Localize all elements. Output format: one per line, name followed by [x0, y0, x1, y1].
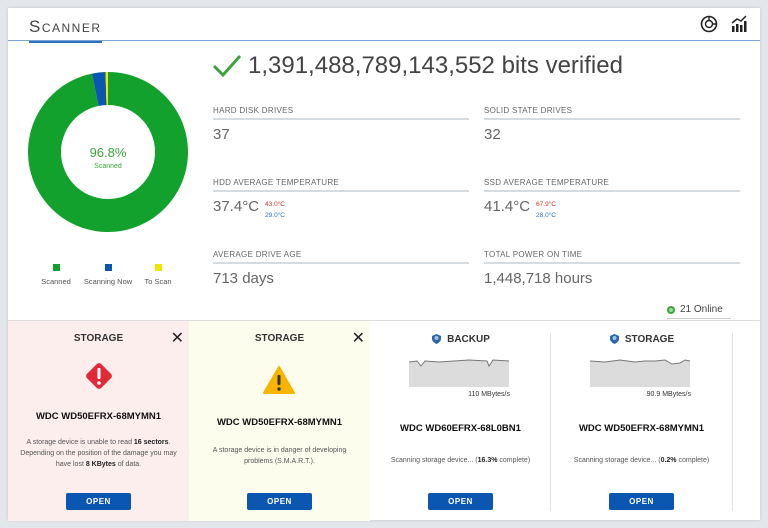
online-count: 21 Online	[680, 304, 723, 315]
stat-ssd-temp: SSD AVERAGE TEMPERATURE 41.4°C 67.9°C 28.0°…	[484, 178, 740, 221]
open-button[interactable]: OPEN	[609, 493, 674, 510]
card-title: STORAGE	[624, 333, 675, 345]
checkmark-icon	[212, 54, 242, 78]
stat-value: 713 days	[213, 270, 274, 287]
stat-hdd-temp: HDD AVERAGE TEMPERATURE 37.4°C 43.0°C 29.0°…	[213, 178, 469, 221]
card-title: STORAGE	[254, 333, 305, 344]
throughput-value: 110 MBytes/s	[468, 391, 510, 398]
stat-power-on: TOTAL POWER ON TIME 1,448,718 hours	[484, 250, 740, 287]
min-temp: 28.0°C	[536, 212, 556, 219]
throughput-sparkline	[409, 359, 510, 387]
drive-model: WDC WD50EFRX-68MYMN1	[35, 411, 162, 422]
stat-value: 32	[484, 126, 501, 143]
card-message: A storage device is in danger of develop…	[212, 447, 347, 465]
min-temp: 29.0°C	[265, 212, 285, 219]
statistics-chart-icon[interactable]	[730, 15, 748, 33]
scan-progress-text: Scanning storage device... (0.2% complet…	[573, 457, 710, 464]
scan-progress-donut: 96.8% Scanned	[27, 72, 188, 232]
stat-label: HDD AVERAGE TEMPERATURE	[213, 178, 469, 192]
alert-cards: STORAGE ✕ WDC WD50EFRX-68MYMN1 A storage…	[8, 320, 760, 521]
close-icon[interactable]: ✕	[171, 328, 184, 348]
stat-hdd-count: HARD DISK DRIVES 37	[213, 106, 469, 143]
tab-scanner[interactable]: Scanner	[29, 17, 102, 43]
warning-triangle-icon	[263, 366, 295, 394]
legend-swatch	[52, 264, 60, 271]
scanner-window: Scanner 96.8% Scanned Scanned Scanning N…	[8, 8, 760, 521]
scan-progress-text: Scanning storage device... (16.3% comple…	[390, 457, 531, 464]
stat-value: 41.4°C	[484, 198, 531, 215]
card-message: A storage device is unable to read 16 se…	[20, 439, 177, 468]
error-diamond-icon	[86, 363, 112, 389]
max-temp: 43.0°C	[265, 201, 285, 208]
legend-swatch	[104, 264, 112, 271]
online-status[interactable]: 21 Online	[667, 304, 731, 319]
shield-icon	[609, 334, 619, 344]
legend-swatch	[154, 264, 162, 271]
drive-model: WDC WD50EFRX-68MYMN1	[578, 423, 705, 434]
open-button[interactable]: OPEN	[247, 493, 312, 510]
stat-label: AVERAGE DRIVE AGE	[213, 250, 469, 264]
bits-verified-text: 1,391,488,789,143,552 bits verified	[248, 52, 623, 79]
stat-drive-age: AVERAGE DRIVE AGE 713 days	[213, 250, 469, 287]
stat-label: TOTAL POWER ON TIME	[484, 250, 740, 264]
dashboard-gauge-icon[interactable]	[700, 15, 718, 33]
legend-scanned: Scanned	[26, 264, 86, 286]
drive-model: WDC WD50EFRX-68MYMN1	[216, 417, 343, 428]
shield-icon	[432, 334, 442, 344]
legend-to-scan: To Scan	[128, 264, 188, 286]
throughput-sparkline	[590, 359, 691, 387]
alert-card-error: STORAGE ✕ WDC WD50EFRX-68MYMN1 A storage…	[8, 321, 189, 521]
stat-ssd-count: SOLID STATE DRIVES 32	[484, 106, 740, 143]
max-temp: 67.9°C	[536, 201, 556, 208]
legend-label: Scanning Now	[83, 277, 133, 286]
stat-label: SSD AVERAGE TEMPERATURE	[484, 178, 740, 192]
open-button[interactable]: OPEN	[428, 493, 493, 510]
header: Scanner	[8, 8, 760, 43]
stat-value: 37	[213, 126, 230, 143]
online-dot-icon	[667, 305, 675, 314]
scan-card-storage: STORAGE 90.9 MBytes/s WDC WD50EFRX-68MYM…	[551, 321, 732, 521]
alert-card-warning: STORAGE ✕ WDC WD50EFRX-68MYMN1 A storage…	[189, 321, 370, 521]
scanned-percent: 96.8%	[90, 145, 127, 160]
card-divider	[732, 333, 733, 511]
throughput-value: 90.9 MBytes/s	[646, 391, 691, 398]
stat-value: 1,448,718 hours	[484, 270, 593, 287]
bits-verified: 1,391,488,789,143,552 bits verified	[212, 52, 623, 80]
legend-label: To Scan	[144, 277, 172, 286]
stat-label: SOLID STATE DRIVES	[484, 106, 740, 120]
stat-value: 37.4°C	[213, 198, 260, 215]
scan-card-backup: BACKUP 110 MBytes/s WDC WD60EFRX-68L0BN1…	[370, 321, 551, 521]
open-button[interactable]: OPEN	[66, 493, 131, 510]
stat-label: HARD DISK DRIVES	[213, 106, 469, 120]
card-title: STORAGE	[73, 333, 124, 344]
legend-label: Scanned	[41, 277, 71, 286]
close-icon[interactable]: ✕	[352, 328, 365, 348]
card-title: BACKUP	[447, 333, 490, 345]
drive-model: WDC WD60EFRX-68L0BN1	[400, 423, 521, 434]
scanned-label: Scanned	[94, 163, 122, 170]
